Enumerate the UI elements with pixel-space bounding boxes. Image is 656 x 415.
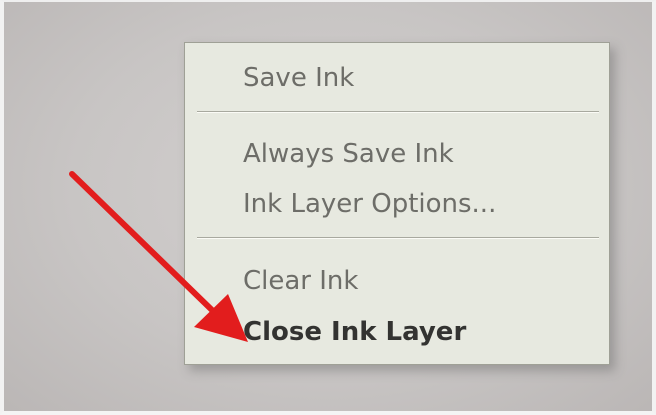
arrow-icon <box>69 171 248 342</box>
